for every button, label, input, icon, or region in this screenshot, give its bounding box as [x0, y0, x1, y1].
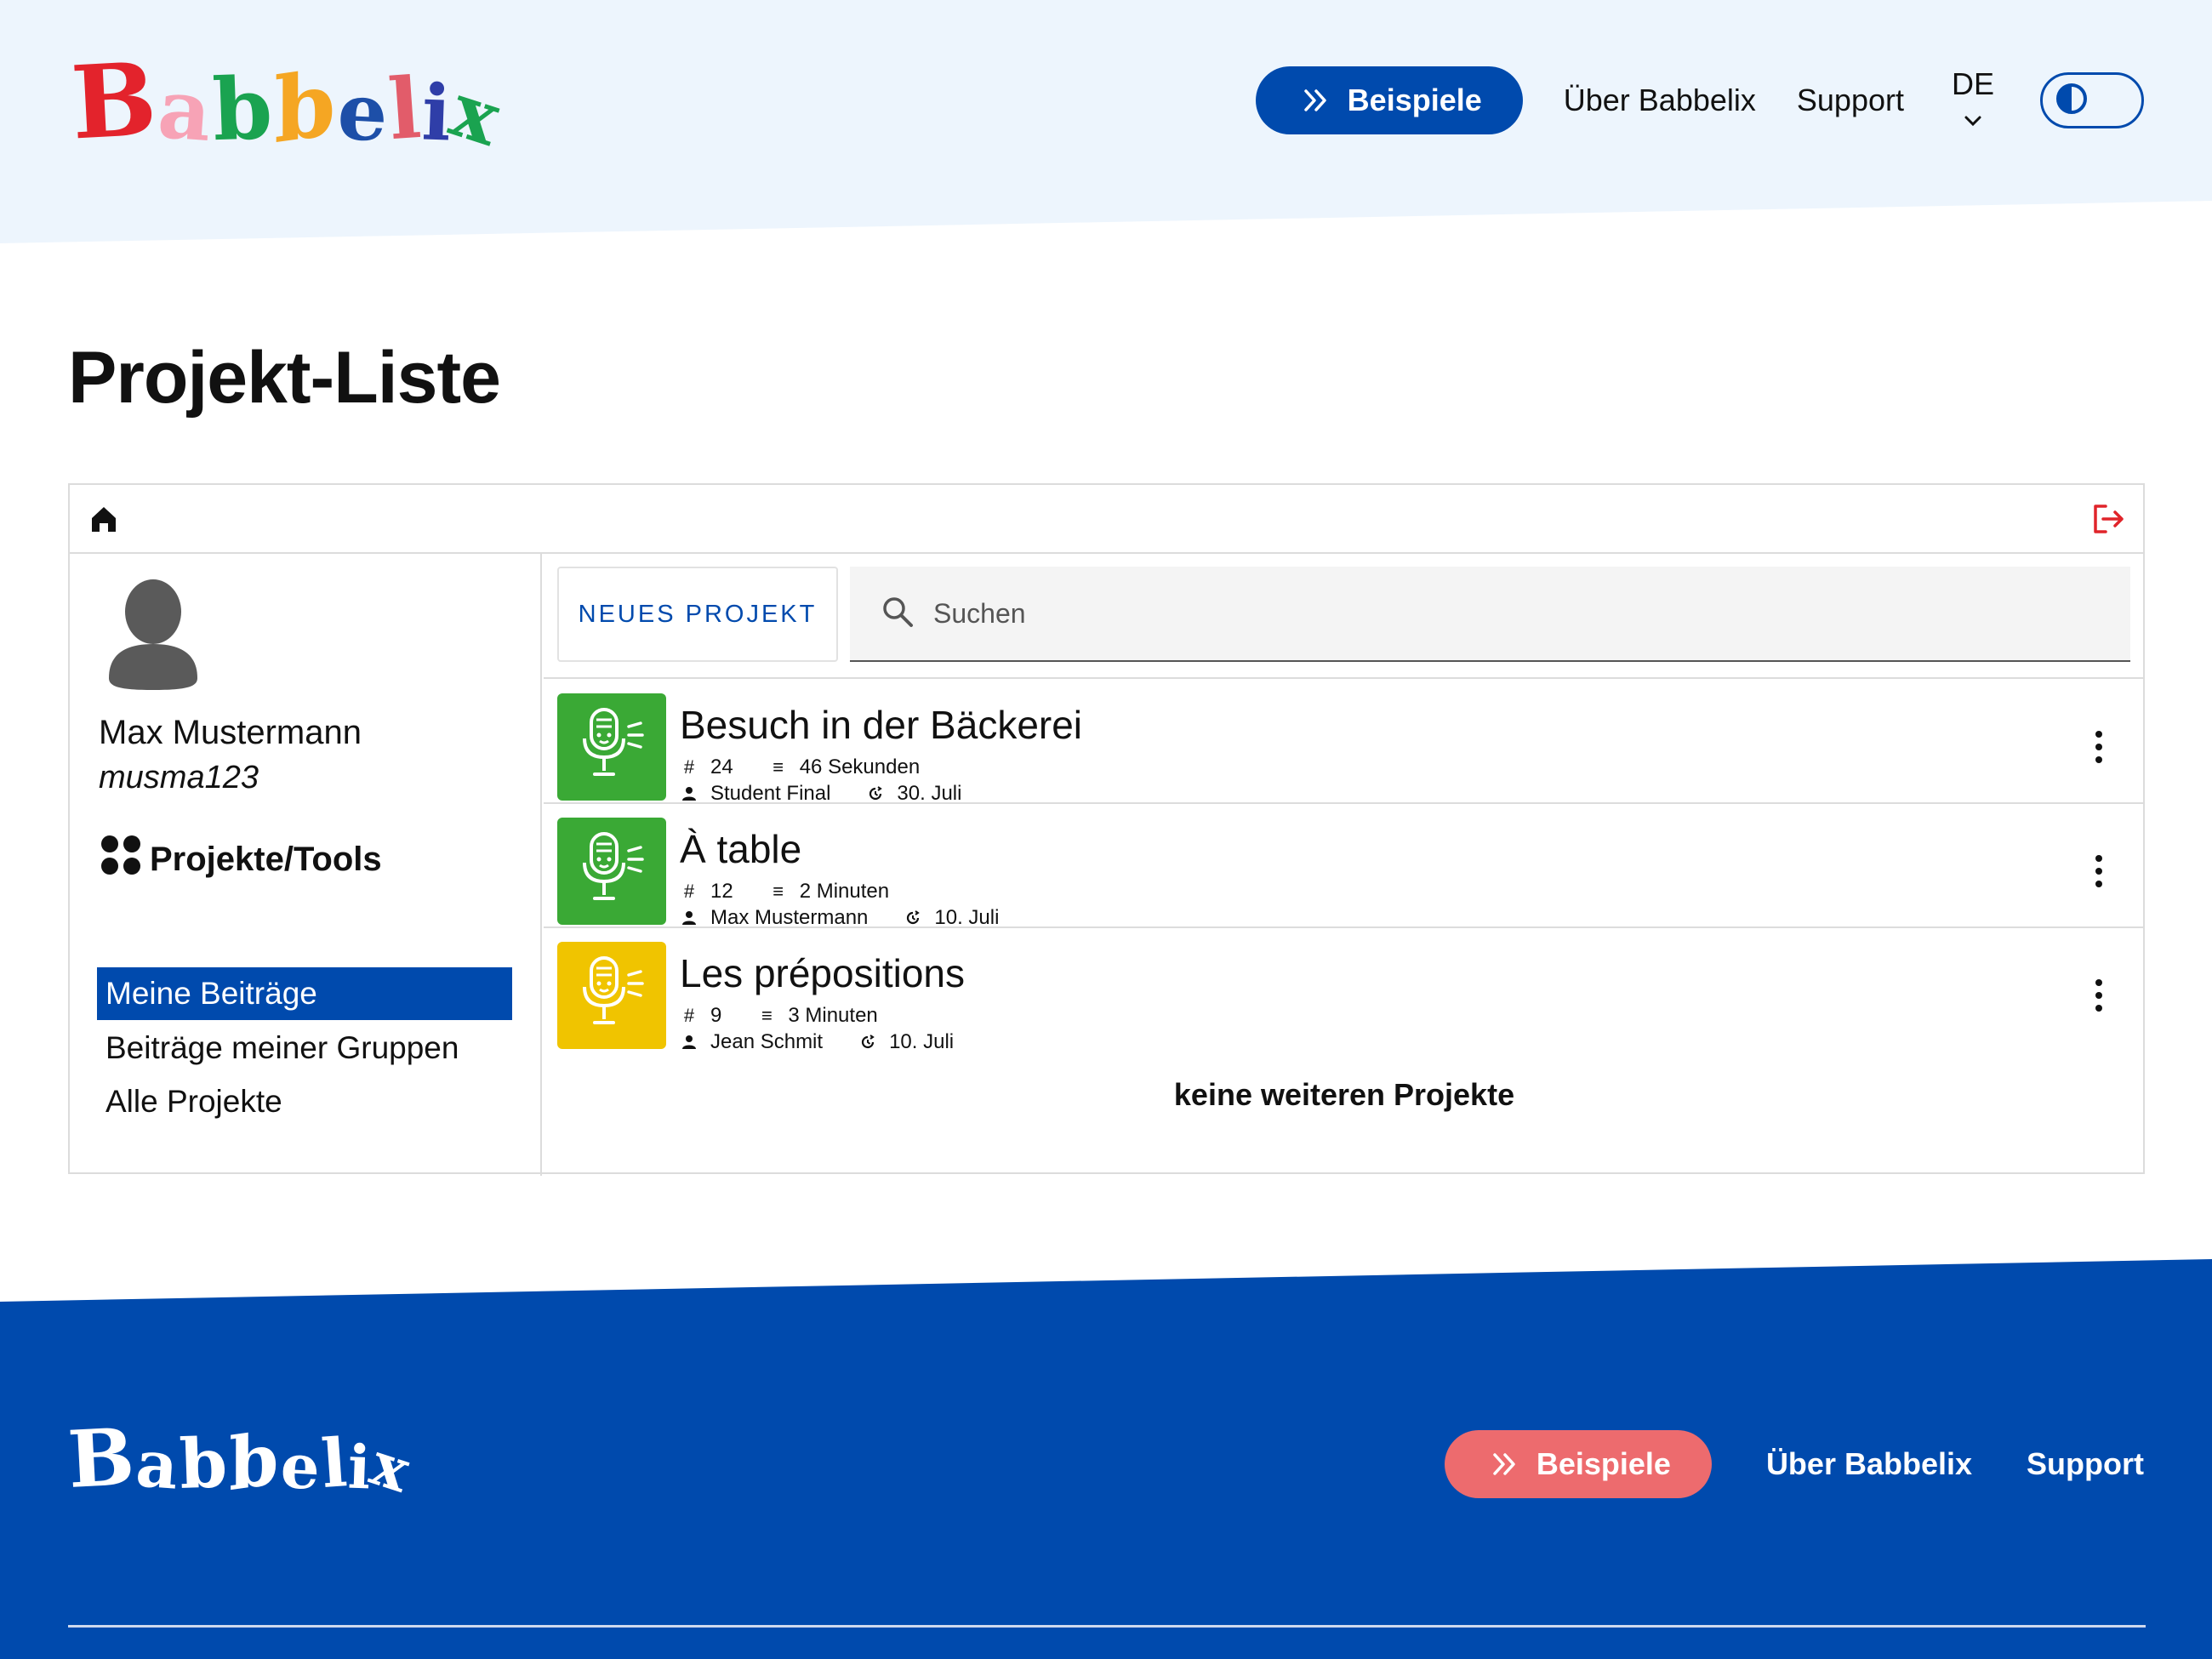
- history-icon: [866, 785, 885, 802]
- project-meta-line-1: # 24 ≡ 46 Sekunden: [680, 755, 920, 779]
- logout-icon[interactable]: [2090, 502, 2126, 540]
- project-duration: 46 Sekunden: [799, 755, 921, 778]
- history-icon: [858, 1034, 877, 1051]
- history-icon: [904, 909, 922, 926]
- sidebar-item-all-projects[interactable]: Alle Projekte: [97, 1075, 512, 1128]
- footer-nav: Beispiele Über Babbelix Support: [1444, 1429, 2144, 1499]
- project-duration: 3 Minuten: [788, 1004, 878, 1027]
- new-project-button[interactable]: NEUES PROJEKT: [557, 567, 838, 662]
- project-author: Max Mustermann: [710, 906, 869, 929]
- project-count: 12: [710, 880, 733, 903]
- list-icon: ≡: [772, 756, 784, 778]
- language-label: DE: [1951, 66, 1994, 101]
- sidebar-item-group-posts[interactable]: Beiträge meiner Gruppen: [97, 1022, 512, 1075]
- footer-examples-label: Beispiele: [1536, 1446, 1671, 1481]
- project-thumbnail: [557, 818, 666, 925]
- project-title[interactable]: À table: [680, 826, 801, 872]
- contrast-toggle[interactable]: [2040, 72, 2144, 128]
- hash-icon: #: [683, 756, 695, 778]
- double-chevron-right-icon: [1492, 1452, 1518, 1476]
- footer-examples-button[interactable]: Beispiele: [1444, 1430, 1712, 1498]
- examples-button-label: Beispiele: [1347, 83, 1482, 117]
- search-box[interactable]: [850, 567, 2130, 662]
- project-meta-line-1: # 12 ≡ 2 Minuten: [680, 880, 889, 904]
- project-row[interactable]: À table # 12 ≡ 2 Minuten Max Mustermann …: [544, 804, 2145, 930]
- user-handle: musma123: [99, 760, 259, 795]
- sidebar: Max Mustermann musma123 Projekte/Tools M…: [70, 554, 542, 1176]
- babbelix-logo[interactable]: Babbelix: [68, 39, 510, 163]
- project-row[interactable]: Les prépositions # 9 ≡ 3 Minuten Jean Sc…: [544, 928, 2145, 1054]
- double-chevron-right-icon: [1303, 88, 1329, 112]
- project-count: 9: [710, 1004, 722, 1027]
- contrast-icon: [2055, 82, 2089, 120]
- footer-divider: [68, 1625, 2146, 1628]
- chevron-down-icon: [1964, 99, 1982, 134]
- project-meta-line-2: Max Mustermann 10. Juli: [680, 906, 999, 930]
- project-list-panel: NEUES PROJEKT Besuch in der Bäckerei # 2…: [544, 554, 2145, 1176]
- project-date: 30. Juli: [897, 782, 962, 805]
- hash-icon: #: [683, 1005, 695, 1026]
- toolbar: NEUES PROJEKT: [544, 554, 2145, 679]
- search-icon: [881, 595, 915, 633]
- hash-icon: #: [683, 881, 695, 902]
- project-duration: 2 Minuten: [799, 880, 890, 903]
- microphone-icon: [576, 953, 647, 1039]
- project-app: Max Mustermann musma123 Projekte/Tools M…: [68, 483, 2145, 1176]
- project-title[interactable]: Les prépositions: [680, 950, 965, 996]
- sidebar-item-my-posts[interactable]: Meine Beiträge: [97, 967, 512, 1020]
- microphone-icon: [576, 704, 647, 790]
- project-title[interactable]: Besuch in der Bäckerei: [680, 702, 1082, 748]
- list-icon: ≡: [772, 881, 784, 902]
- page-title: Projekt-Liste: [68, 337, 501, 419]
- nav-support-link[interactable]: Support: [1797, 83, 1904, 118]
- footer-babbelix-logo[interactable]: Babbelix: [66, 1411, 418, 1508]
- project-meta-line-1: # 9 ≡ 3 Minuten: [680, 1004, 878, 1028]
- examples-button[interactable]: Beispiele: [1255, 66, 1523, 134]
- nav-about-link[interactable]: Über Babbelix: [1564, 83, 1756, 118]
- project-date: 10. Juli: [934, 906, 1000, 929]
- project-thumbnail: [557, 942, 666, 1049]
- more-options-icon[interactable]: [2095, 979, 2102, 1012]
- project-meta-line-2: Student Final 30. Juli: [680, 782, 961, 806]
- footer-about-link[interactable]: Über Babbelix: [1766, 1446, 1972, 1482]
- project-row[interactable]: Besuch in der Bäckerei # 24 ≡ 46 Sekunde…: [544, 680, 2145, 806]
- project-author: Student Final: [710, 782, 831, 805]
- footer-support-link[interactable]: Support: [2027, 1446, 2144, 1482]
- more-options-icon[interactable]: [2095, 855, 2102, 887]
- main-nav: Beispiele Über Babbelix Support DE: [1255, 65, 2144, 136]
- apps-icon: [100, 835, 141, 884]
- project-date: 10. Juli: [889, 1030, 955, 1053]
- list-icon: ≡: [761, 1005, 772, 1026]
- list-end-message: keine weiteren Projekte: [1173, 1077, 1515, 1112]
- app-top-bar: [70, 485, 2143, 554]
- project-count: 24: [710, 755, 733, 778]
- project-thumbnail: [557, 693, 666, 801]
- person-icon: [680, 1035, 698, 1050]
- search-input[interactable]: [933, 597, 2039, 630]
- more-options-icon[interactable]: [2095, 731, 2102, 763]
- microphone-icon: [576, 829, 647, 915]
- project-meta-line-2: Jean Schmit 10. Juli: [680, 1030, 954, 1054]
- person-icon: [680, 786, 698, 801]
- language-selector[interactable]: DE: [1952, 66, 1994, 134]
- project-author: Jean Schmit: [710, 1030, 824, 1053]
- projects-tools-heading: Projekte/Tools: [100, 835, 382, 884]
- avatar-icon: [102, 578, 204, 694]
- home-icon[interactable]: [88, 504, 119, 539]
- user-name: Max Mustermann: [99, 714, 362, 751]
- section-title: Projekte/Tools: [150, 840, 382, 878]
- person-icon: [680, 910, 698, 926]
